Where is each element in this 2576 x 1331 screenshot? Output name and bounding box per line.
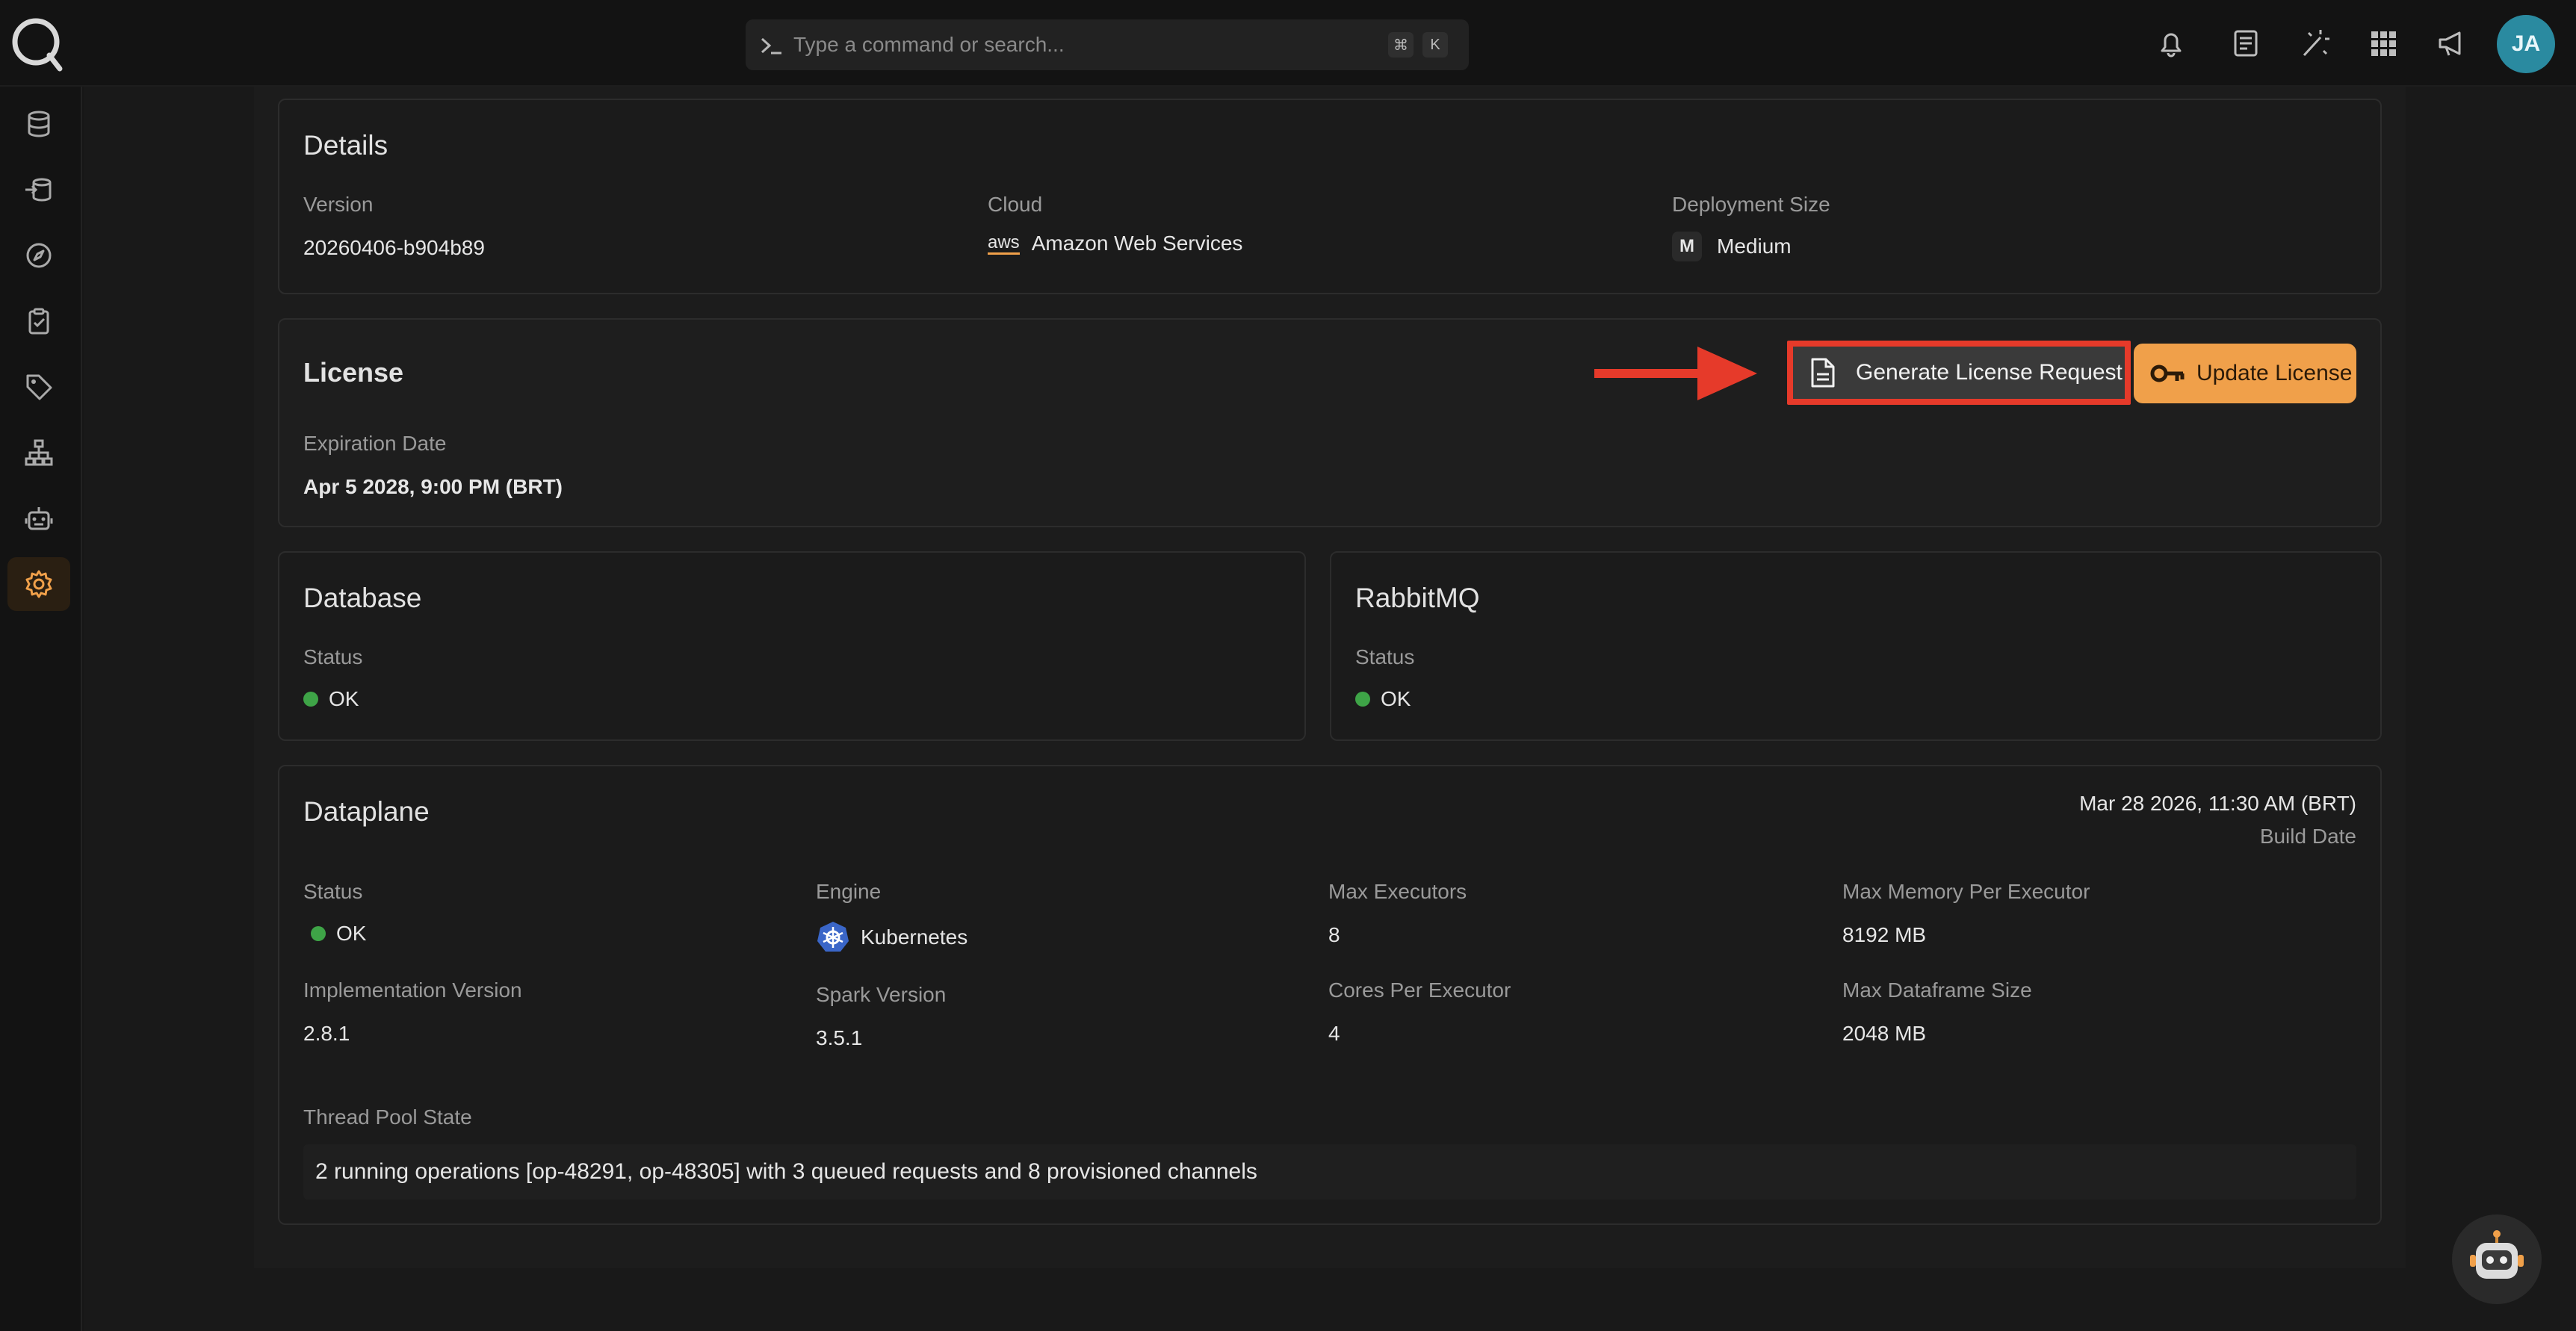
max-executors-label: Max Executors [1328,880,1467,903]
deployment-size-row: M Medium [1672,232,1792,261]
sidebar-item-lineage[interactable] [7,426,70,480]
ingestion-icon [25,178,52,202]
kubernetes-icon [817,922,849,952]
dataplane-status-label: Status [303,880,363,903]
sidebar-item-settings[interactable] [7,557,70,611]
thread-pool-value: 2 running operations [op-48291, op-48305… [303,1144,2356,1200]
compass-icon [26,243,52,268]
build-date-value: Mar 28 2026, 11:30 AM (BRT) [2079,792,2356,815]
database-status-value: OK [329,687,359,710]
rabbitmq-card: RabbitMQ Status OK [1330,551,2382,741]
engine-label: Engine [816,880,882,903]
cloud-value-row: aws Amazon Web Services [988,232,1242,255]
impl-version-label: Implementation Version [303,978,522,1002]
sidebar-item-ingestion[interactable] [7,163,70,217]
sidebar-item-bots[interactable] [7,491,70,545]
spark-version-label: Spark Version [816,983,947,1006]
expiration-date-label: Expiration Date [303,432,447,455]
apps-grid-icon[interactable] [2364,24,2403,63]
deployment-size-label: Deployment Size [1672,193,1830,216]
announcements-megaphone-icon[interactable] [2433,24,2471,63]
dataplane-status-value: OK [336,922,367,945]
document-icon [1811,358,1835,388]
cores-per-executor-label: Cores Per Executor [1328,978,1511,1002]
app-logo-icon[interactable] [7,13,67,73]
rabbitmq-status-label: Status [1355,645,1415,668]
deployment-size-value: Medium [1717,235,1792,258]
robot-assistant-icon [2470,1230,2524,1279]
aws-logo-icon: aws [988,232,1020,255]
command-search[interactable]: ⌘ K [746,19,1469,70]
engine-value: Kubernetes [861,925,968,949]
status-ok-dot-icon [1355,692,1370,707]
cloud-value: Amazon Web Services [1031,232,1243,255]
dataplane-status-row: OK [311,922,366,946]
gear-icon [25,570,52,598]
sidebar-item-tags[interactable] [7,360,70,414]
database-status-label: Status [303,645,363,668]
key-icon [2150,364,2185,382]
database-status-row: OK [303,687,359,711]
max-memory-label: Max Memory Per Executor [1842,880,2090,903]
database-title: Database [303,583,422,613]
max-dataframe-label: Max Dataframe Size [1842,978,2032,1002]
documentation-icon[interactable] [2226,24,2265,63]
engine-row: Kubernetes [816,920,967,955]
database-icon [28,111,50,137]
user-avatar[interactable]: JA [2497,15,2555,73]
status-ok-dot-icon [303,692,318,707]
generate-license-request-label: Generate License Request [1856,360,2123,385]
max-executors-value: 8 [1328,923,1340,946]
build-date-label: Build Date [2259,825,2356,848]
search-input[interactable] [793,27,1361,63]
rabbitmq-status-row: OK [1355,687,1411,711]
dataplane-title: Dataplane [303,796,430,827]
expiration-date-value: Apr 5 2028, 9:00 PM (BRT) [303,475,563,498]
arrow-annotation-icon [1594,347,1757,400]
spark-version-value: 3.5.1 [816,1026,863,1049]
clipboard-check-icon [28,308,49,335]
version-label: Version [303,193,374,216]
notifications-bell-icon[interactable] [2152,24,2190,63]
shortcut-k-key: K [1422,32,1448,58]
tag-icon [26,374,52,400]
max-memory-value: 8192 MB [1842,923,1927,946]
hierarchy-icon [25,439,53,466]
terminal-prompt-icon [761,37,781,55]
max-dataframe-value: 2048 MB [1842,1022,1927,1045]
license-title: License [303,357,404,388]
update-license-button[interactable]: Update License [2134,344,2356,403]
assistant-bot-button[interactable] [2452,1214,2542,1304]
cores-per-executor-value: 4 [1328,1022,1340,1045]
sidebar-item-explore[interactable] [7,229,70,282]
rabbitmq-status-value: OK [1381,687,1411,710]
impl-version-value: 2.8.1 [303,1022,350,1045]
sidebar-item-database[interactable] [7,97,70,151]
size-badge-icon: M [1672,232,1702,261]
top-bar: ⌘ K [0,0,2576,87]
shortcut-mod-key: ⌘ [1388,32,1414,58]
sidebar-item-quality[interactable] [7,294,70,348]
rabbitmq-title: RabbitMQ [1355,583,1480,613]
generate-license-request-button[interactable]: Generate License Request [1787,341,2131,405]
thread-pool-label: Thread Pool State [303,1105,472,1129]
cloud-label: Cloud [988,193,1043,216]
details-title: Details [303,130,388,161]
details-card: Details Version 20260406-b904b89 Cloud a… [278,99,2382,294]
database-card: Database Status OK [278,551,1306,741]
status-ok-dot-icon [311,926,326,941]
robot-icon [25,507,53,530]
update-license-label: Update License [2196,361,2353,385]
sidebar [0,87,82,1331]
magic-wand-icon[interactable] [2295,24,2334,63]
version-value: 20260406-b904b89 [303,236,485,259]
